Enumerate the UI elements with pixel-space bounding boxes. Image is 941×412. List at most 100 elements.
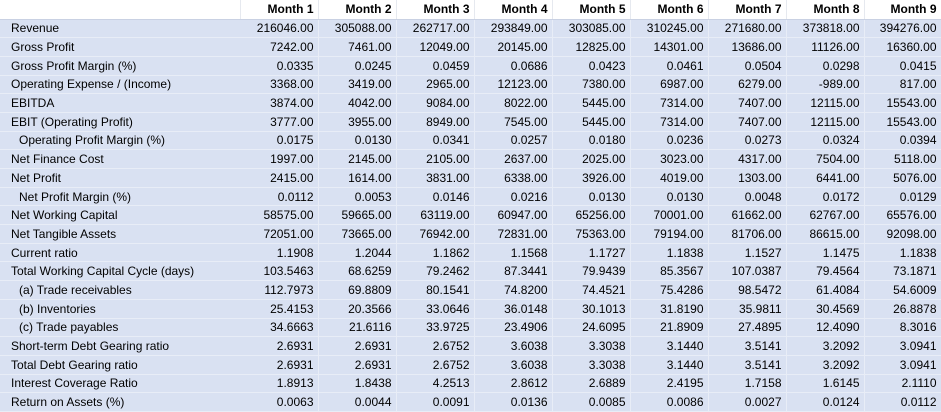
value-cell[interactable]: 3.1440: [630, 355, 709, 375]
value-cell[interactable]: 27.4895: [708, 318, 787, 338]
value-cell[interactable]: 3.5141: [708, 336, 787, 356]
value-cell[interactable]: 394276.00: [864, 19, 941, 39]
row-label[interactable]: EBIT (Operating Profit): [0, 112, 240, 132]
value-cell[interactable]: 72831.00: [474, 224, 553, 244]
value-cell[interactable]: 65576.00: [864, 205, 941, 226]
row-label[interactable]: Net Profit Margin (%): [0, 187, 240, 207]
value-cell[interactable]: 13686.00: [708, 37, 787, 57]
value-cell[interactable]: 12825.00: [552, 37, 631, 57]
value-cell[interactable]: 0.0245: [318, 56, 397, 76]
value-cell[interactable]: 6279.00: [708, 75, 787, 95]
value-cell[interactable]: 0.0091: [396, 392, 475, 412]
value-cell[interactable]: 0.0335: [240, 56, 319, 76]
value-cell[interactable]: 3777.00: [240, 112, 319, 132]
value-cell[interactable]: 262717.00: [396, 19, 475, 39]
value-cell[interactable]: 68.6259: [318, 261, 397, 282]
row-label[interactable]: Interest Coverage Ratio: [0, 374, 240, 394]
row-label[interactable]: Net Tangible Assets: [0, 224, 240, 244]
value-cell[interactable]: 1997.00: [240, 149, 319, 169]
value-cell[interactable]: 1.1475: [786, 243, 865, 263]
value-cell[interactable]: 2145.00: [318, 149, 397, 169]
value-cell[interactable]: 3.3038: [552, 355, 631, 375]
value-cell[interactable]: -989.00: [786, 75, 865, 95]
row-label[interactable]: Net Finance Cost: [0, 149, 240, 169]
value-cell[interactable]: 1.1838: [864, 243, 941, 263]
value-cell[interactable]: 26.8878: [864, 299, 941, 319]
value-cell[interactable]: 59665.00: [318, 205, 397, 226]
value-cell[interactable]: 7242.00: [240, 37, 319, 57]
value-cell[interactable]: 92098.00: [864, 224, 941, 244]
value-cell[interactable]: 98.5472: [708, 280, 787, 300]
row-label[interactable]: Return on Assets (%): [0, 392, 240, 412]
value-cell[interactable]: 2.1110: [864, 374, 941, 394]
value-cell[interactable]: 75363.00: [552, 224, 631, 244]
row-label[interactable]: Total Debt Gearing ratio: [0, 355, 240, 375]
value-cell[interactable]: 0.0085: [552, 392, 631, 412]
column-header[interactable]: Month 6: [630, 0, 709, 20]
value-cell[interactable]: 79.2462: [396, 261, 475, 282]
value-cell[interactable]: 35.9811: [708, 299, 787, 319]
value-cell[interactable]: 0.0130: [630, 187, 709, 207]
value-cell[interactable]: 6441.00: [786, 168, 865, 188]
value-cell[interactable]: 6338.00: [474, 168, 553, 188]
value-cell[interactable]: 62767.00: [786, 205, 865, 226]
value-cell[interactable]: 5076.00: [864, 168, 941, 188]
value-cell[interactable]: 61.4084: [786, 280, 865, 300]
value-cell[interactable]: 1.8913: [240, 374, 319, 394]
row-label[interactable]: EBITDA: [0, 93, 240, 113]
value-cell[interactable]: 216046.00: [240, 19, 319, 39]
value-cell[interactable]: 103.5463: [240, 261, 319, 282]
value-cell[interactable]: 0.0175: [240, 131, 319, 151]
value-cell[interactable]: 305088.00: [318, 19, 397, 39]
value-cell[interactable]: 0.0236: [630, 131, 709, 151]
value-cell[interactable]: 63119.00: [396, 205, 475, 226]
value-cell[interactable]: 2025.00: [552, 149, 631, 169]
value-cell[interactable]: 4317.00: [708, 149, 787, 169]
value-cell[interactable]: 1.2044: [318, 243, 397, 263]
value-cell[interactable]: 3.6038: [474, 355, 553, 375]
value-cell[interactable]: 0.0298: [786, 56, 865, 76]
value-cell[interactable]: 0.0130: [552, 187, 631, 207]
value-cell[interactable]: 20145.00: [474, 37, 553, 57]
value-cell[interactable]: 0.0686: [474, 56, 553, 76]
value-cell[interactable]: 3023.00: [630, 149, 709, 169]
value-cell[interactable]: 0.0461: [630, 56, 709, 76]
value-cell[interactable]: 31.8190: [630, 299, 709, 319]
value-cell[interactable]: 30.4569: [786, 299, 865, 319]
value-cell[interactable]: 2.4195: [630, 374, 709, 394]
value-cell[interactable]: 0.0216: [474, 187, 553, 207]
value-cell[interactable]: 2.6931: [240, 336, 319, 356]
column-header[interactable]: Month 1: [240, 0, 319, 20]
value-cell[interactable]: 1.8438: [318, 374, 397, 394]
value-cell[interactable]: 1.1838: [630, 243, 709, 263]
value-cell[interactable]: 3.3038: [552, 336, 631, 356]
value-cell[interactable]: 36.0148: [474, 299, 553, 319]
value-cell[interactable]: 2.6931: [318, 336, 397, 356]
value-cell[interactable]: 1.1862: [396, 243, 475, 263]
value-cell[interactable]: 0.0053: [318, 187, 397, 207]
column-header[interactable]: Month 5: [552, 0, 631, 20]
value-cell[interactable]: 76942.00: [396, 224, 475, 244]
row-label[interactable]: (b) Inventories: [0, 299, 240, 319]
value-cell[interactable]: 3.1440: [630, 336, 709, 356]
value-cell[interactable]: 80.1541: [396, 280, 475, 300]
value-cell[interactable]: 3368.00: [240, 75, 319, 95]
value-cell[interactable]: 0.0124: [786, 392, 865, 412]
value-cell[interactable]: 7461.00: [318, 37, 397, 57]
row-label[interactable]: Total Working Capital Cycle (days): [0, 261, 240, 282]
value-cell[interactable]: 0.0459: [396, 56, 475, 76]
value-cell[interactable]: 3.0941: [864, 336, 941, 356]
row-label[interactable]: Net Profit: [0, 168, 240, 188]
value-cell[interactable]: 0.0423: [552, 56, 631, 76]
value-cell[interactable]: 20.3566: [318, 299, 397, 319]
value-cell[interactable]: 0.0027: [708, 392, 787, 412]
value-cell[interactable]: 12049.00: [396, 37, 475, 57]
value-cell[interactable]: 0.0341: [396, 131, 475, 151]
value-cell[interactable]: 12.4090: [786, 318, 865, 338]
value-cell[interactable]: 2415.00: [240, 168, 319, 188]
value-cell[interactable]: 0.0112: [240, 187, 319, 207]
column-header[interactable]: Month 3: [396, 0, 475, 20]
row-label[interactable]: Current ratio: [0, 243, 240, 263]
value-cell[interactable]: 75.4286: [630, 280, 709, 300]
value-cell[interactable]: 0.0172: [786, 187, 865, 207]
